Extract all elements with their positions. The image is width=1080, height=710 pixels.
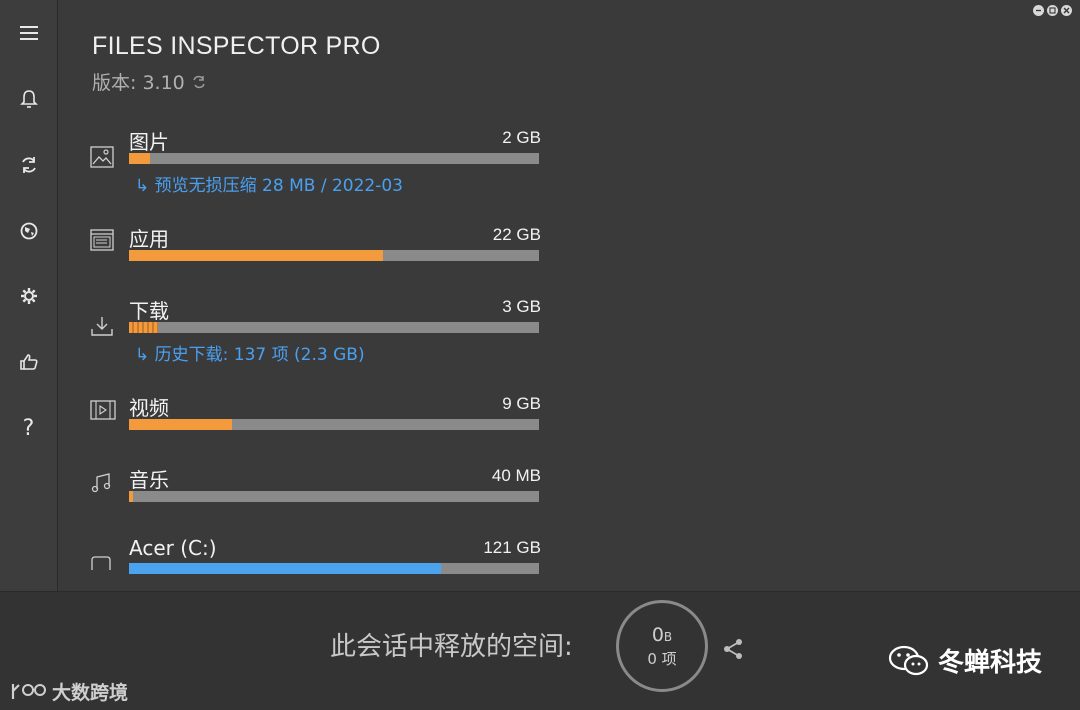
usage-bar xyxy=(129,491,539,502)
usage-bar xyxy=(129,419,539,430)
usage-fill xyxy=(129,153,150,164)
watermark-text: 大数跨境 xyxy=(52,682,129,704)
menu-icon[interactable] xyxy=(0,13,57,53)
category-name: 应用 xyxy=(129,227,169,251)
usage-bar xyxy=(129,563,539,574)
usage-fill xyxy=(129,250,384,261)
main-panel: FILES INSPECTOR PRO 版本: 3.10 图片 2 GB ↳ 预… xyxy=(58,0,1080,591)
maximize-icon[interactable] xyxy=(1047,5,1058,16)
help-icon[interactable]: ? xyxy=(0,408,57,448)
drive-icon xyxy=(91,556,111,570)
category-name: 音乐 xyxy=(129,468,169,492)
category-music[interactable]: 音乐 40 MB xyxy=(86,464,541,506)
globe-icon[interactable] xyxy=(0,211,57,251)
usage-fill xyxy=(129,563,441,574)
category-size: 40 MB xyxy=(491,466,541,485)
corner-watermark: 大数跨境 xyxy=(10,678,128,705)
usage-fill xyxy=(129,322,158,333)
bell-icon[interactable] xyxy=(0,79,57,119)
drive-name: Acer (C:) xyxy=(129,536,217,560)
refresh-icon[interactable] xyxy=(0,145,57,185)
version-info: 版本: 3.10 xyxy=(92,68,207,95)
category-name: 图片 xyxy=(129,130,169,154)
close-icon[interactable] xyxy=(1061,5,1072,16)
thumbs-up-icon[interactable] xyxy=(0,342,57,382)
usage-bar xyxy=(129,322,539,333)
usage-fill xyxy=(129,419,232,430)
check-update-icon[interactable] xyxy=(191,74,207,90)
freed-space-value: 0B xyxy=(651,623,673,646)
minimize-icon[interactable] xyxy=(1033,5,1044,16)
category-name: 下载 xyxy=(129,299,169,323)
version-label: 版本: 3.10 xyxy=(92,72,185,94)
brand-name: 冬蝉科技 xyxy=(938,648,1043,678)
category-pictures[interactable]: 图片 2 GB ↳ 预览无损压缩 28 MB / 2022-03 xyxy=(86,126,541,196)
drive-size: 121 GB xyxy=(483,538,541,557)
detail-link[interactable]: ↳ 预览无损压缩 28 MB / 2022-03 xyxy=(135,171,403,196)
usage-bar xyxy=(129,153,539,164)
apps-icon xyxy=(90,229,114,251)
music-icon xyxy=(91,473,111,493)
sidebar: ? xyxy=(0,0,58,591)
share-icon[interactable] xyxy=(722,638,744,660)
freed-space-ring: 0B 0 项 xyxy=(616,600,708,692)
window-controls xyxy=(1033,5,1072,16)
drive-c[interactable]: Acer (C:) 121 GB xyxy=(86,536,541,578)
category-size: 22 GB xyxy=(492,225,541,244)
gear-icon[interactable] xyxy=(0,276,57,316)
app-title: FILES INSPECTOR PRO xyxy=(92,32,381,60)
category-size: 2 GB xyxy=(502,128,541,147)
usage-bar xyxy=(129,250,539,261)
usage-fill xyxy=(129,491,134,502)
footer: 此会话中释放的空间: 0B 0 项 冬蝉科技 大数跨境 xyxy=(0,591,1080,710)
video-icon xyxy=(90,400,116,420)
freed-space-label: 此会话中释放的空间: xyxy=(330,632,573,662)
freed-items-count: 0 项 xyxy=(647,649,677,668)
category-apps[interactable]: 应用 22 GB xyxy=(86,223,541,265)
category-name: 视频 xyxy=(129,396,169,420)
wechat-icon xyxy=(888,645,929,675)
image-icon xyxy=(90,146,114,168)
detail-link[interactable]: ↳ 历史下载: 137 项 (2.3 GB) xyxy=(135,340,365,365)
brand-watermark: 冬蝉科技 xyxy=(888,642,1042,679)
category-size: 3 GB xyxy=(502,297,541,316)
category-size: 9 GB xyxy=(502,394,541,413)
watermark-logo-icon xyxy=(11,683,46,699)
category-videos[interactable]: 视频 9 GB xyxy=(86,392,541,434)
category-downloads[interactable]: 下载 3 GB ↳ 历史下载: 137 项 (2.3 GB) xyxy=(86,295,541,365)
download-icon xyxy=(91,317,113,336)
